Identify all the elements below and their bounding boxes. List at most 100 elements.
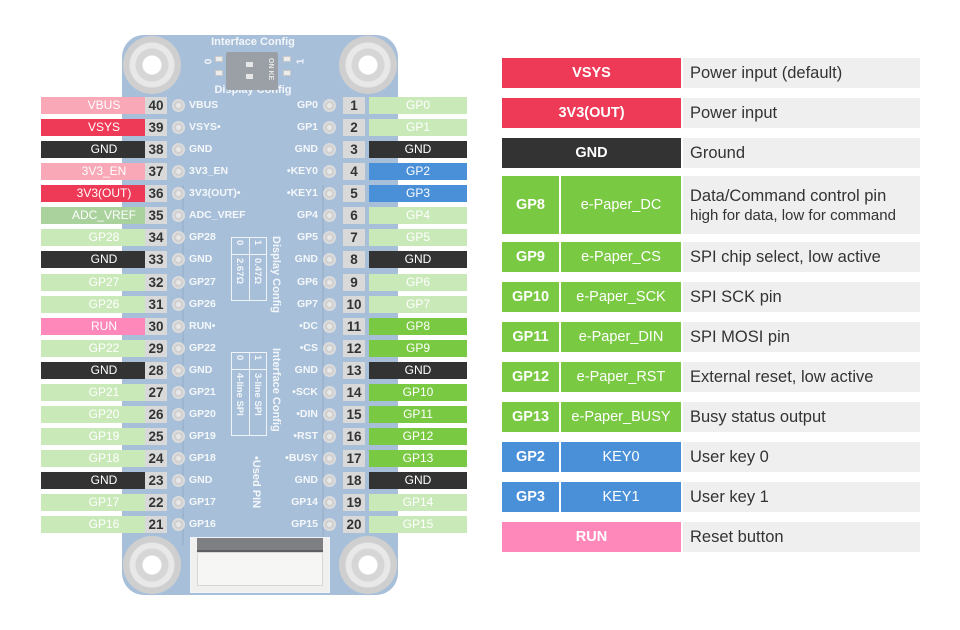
legend-description: Busy status output	[683, 402, 920, 432]
right-pin-number: 2	[343, 119, 365, 137]
legend-description-text: External reset, low active	[690, 367, 874, 386]
switch-side-1: 1	[295, 58, 307, 65]
right-pin-silkscreen: •KEY1	[286, 187, 318, 200]
right-pin-label: GP10	[369, 383, 467, 401]
pin-pad	[323, 385, 336, 399]
left-pin-silkscreen: VSYS•	[189, 121, 221, 134]
legend-pin: VSYS	[502, 58, 681, 88]
right-pin-number: 10	[343, 295, 365, 313]
right-pin-number: 14	[343, 383, 365, 401]
legend-description: SPI SCK pin	[683, 282, 920, 312]
right-pin-number: 15	[343, 405, 365, 423]
right-pin-silkscreen: •DIN	[296, 407, 318, 420]
left-pin-number: 25	[145, 428, 167, 446]
pin-pad	[172, 99, 185, 112]
right-pin-number: 19	[343, 494, 365, 512]
switch-pad	[215, 56, 223, 62]
right-pin-silkscreen: •RST	[293, 430, 318, 443]
right-pin-silkscreen: GND	[294, 143, 318, 156]
legend-row: GP11 e-Paper_DIN SPI MOSI pin	[502, 322, 920, 352]
pin-pad	[172, 385, 185, 399]
pin-pad	[172, 275, 185, 289]
display-config-bit-0: 0	[234, 240, 245, 246]
switch-side-0: 0	[203, 58, 215, 65]
right-pin-silkscreen: GND	[294, 363, 318, 376]
right-pin-number: 16	[343, 428, 365, 446]
right-pin-number: 11	[343, 317, 365, 335]
right-pin-label: GP13	[369, 450, 467, 468]
fpc-body	[197, 552, 323, 586]
right-pin-number: 7	[343, 229, 365, 247]
left-pin-number: 28	[145, 361, 167, 379]
legend-row: GP12 e-Paper_RST External reset, low activ…	[502, 362, 920, 392]
right-pin-silkscreen: •KEY0	[286, 165, 318, 178]
dip-knob-1[interactable]	[246, 62, 253, 67]
legend-row: 3V3(OUT) Power input	[502, 98, 920, 128]
right-pin-number: 13	[343, 361, 365, 379]
legend-description: Data/Command control pin high for data, l…	[683, 176, 920, 234]
switch-pad	[215, 70, 223, 76]
pin-pad	[323, 407, 336, 421]
left-pin-number: 36	[145, 185, 167, 203]
legend-row: GP2 KEY0 User key 0	[502, 442, 920, 472]
right-pin-label: GP0	[369, 97, 467, 114]
left-pin-silkscreen: GND	[189, 363, 213, 376]
left-pin-number: 26	[145, 405, 167, 423]
legend-description: External reset, low active	[683, 362, 920, 392]
right-pin-silkscreen: GP7	[296, 297, 318, 310]
left-pin-silkscreen: GP21	[189, 385, 216, 398]
left-pin-silkscreen: GP16	[189, 518, 216, 531]
legend-description-text: User key 1	[690, 487, 769, 506]
interface-config-bit-1: 1	[252, 355, 263, 361]
legend-description-text: Reset button	[690, 527, 784, 546]
left-pin-silkscreen: GND	[189, 143, 213, 156]
right-pin-silkscreen: GP0	[296, 99, 318, 111]
legend-description: SPI MOSI pin	[683, 322, 920, 352]
switch-on-label: ON KE	[267, 58, 274, 81]
right-pin-number: 12	[343, 339, 365, 357]
pin-pad	[323, 297, 336, 311]
right-pin-silkscreen: GND	[294, 474, 318, 487]
left-pin-silkscreen: GP26	[189, 297, 216, 310]
right-pin-label: GND	[369, 141, 467, 159]
left-pin-silkscreen: GND	[189, 253, 213, 266]
legend-row: GP13 e-Paper_BUSY Busy status output	[502, 402, 920, 432]
right-pin-number: 9	[343, 273, 365, 291]
left-pin-number: 37	[145, 163, 167, 181]
legend-description-text: Busy status output	[690, 407, 826, 426]
left-pin-silkscreen: GP20	[189, 407, 216, 420]
left-pin-number: 31	[145, 295, 167, 313]
right-pin-label: GND	[369, 472, 467, 490]
right-pin-silkscreen: •DC	[299, 319, 318, 332]
legend-description-text: Power input	[690, 103, 778, 122]
left-pin-number: 27	[145, 383, 167, 401]
left-pin-silkscreen: GP17	[189, 496, 216, 509]
legend-pin: GP11	[502, 322, 559, 352]
legend-function: e-Paper_CS	[561, 242, 681, 272]
right-pin-number: 17	[343, 450, 365, 468]
right-pin-label: GP15	[369, 516, 467, 534]
interface-config-silk: Interface Config	[211, 36, 295, 48]
right-pin-number: 3	[343, 141, 365, 159]
right-pin-label: GP14	[369, 494, 467, 512]
legend-description-text: Data/Command control pin	[690, 186, 887, 205]
dip-knob-2[interactable]	[246, 74, 253, 79]
config-dip-switch[interactable]: ON KE	[226, 52, 278, 90]
legend-description-text: SPI chip select, low active	[690, 247, 881, 266]
left-pin-number: 21	[145, 516, 167, 534]
legend-row: VSYS Power input (default)	[502, 58, 920, 88]
legend-function: e-Paper_BUSY	[561, 402, 681, 432]
switch-pad	[283, 70, 291, 76]
legend-function: e-Paper_SCK	[561, 282, 681, 312]
right-pin-label: GND	[369, 361, 467, 379]
legend-function: e-Paper_RST	[561, 362, 681, 392]
right-pin-silkscreen: GP14	[291, 496, 318, 509]
left-pin-number: 29	[145, 339, 167, 357]
legend-row: GND Ground	[502, 138, 920, 168]
left-pin-silkscreen: RUN•	[189, 319, 216, 332]
right-pin-number: 6	[343, 207, 365, 225]
pin-pad	[323, 121, 336, 135]
legend-description: Power input	[683, 98, 920, 128]
left-pin-number: 22	[145, 494, 167, 512]
legend-description: User key 1	[683, 482, 920, 512]
